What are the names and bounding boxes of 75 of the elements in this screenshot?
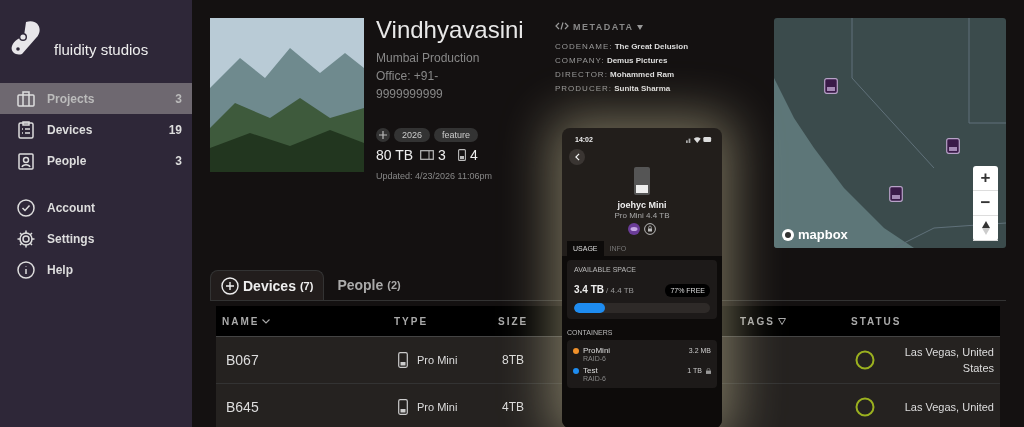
code-icon (555, 22, 569, 30)
table-cell-text: 8TB (501, 353, 525, 367)
table-cell: Pro Mini (417, 354, 458, 366)
container-name: ProMini (583, 346, 612, 355)
plus-icon (379, 131, 387, 139)
column-header[interactable]: NAME (216, 315, 388, 327)
sidebar-item[interactable]: Devices 19 (0, 114, 192, 145)
storage-device-icon (634, 167, 650, 195)
phone-icon (398, 352, 408, 368)
space-used: 3.4 TB (574, 283, 604, 297)
office-phone: Office: +91-9999999999 (376, 68, 444, 103)
device-name: joehyc Mini (617, 200, 667, 210)
table-cell: Pro Mini (417, 401, 458, 413)
filter-icon (778, 317, 787, 325)
eye-badge-icon (628, 223, 640, 235)
metadata-field: PRODUCER: Sunita Sharma (555, 82, 755, 96)
sidebar-item[interactable]: People 3 (0, 145, 192, 176)
signal-wifi-battery-icon (686, 136, 712, 143)
column-header[interactable]: SIZE (492, 315, 560, 327)
sidebar-item[interactable]: Account (0, 192, 192, 223)
briefcase-icon (16, 88, 36, 109)
back-button[interactable] (569, 149, 585, 165)
storage-total: 80 TB (376, 147, 414, 163)
device-marker-icon[interactable] (889, 186, 903, 202)
column-header[interactable]: TAGS (734, 315, 845, 327)
phone-count: 4 (469, 147, 478, 163)
drive-icon (420, 150, 435, 160)
zoom-out-button[interactable]: − (973, 191, 998, 216)
metadata-field: CODENAME: The Great Delusion (555, 40, 755, 54)
brand-name: fluidity studios (54, 41, 149, 60)
dropdown-triangle-icon (637, 25, 644, 30)
container-name: Test (583, 366, 599, 375)
sidebar-item[interactable]: Help (0, 254, 192, 285)
clipboard-icon (16, 119, 36, 140)
add-tag-button[interactable] (376, 128, 390, 142)
settings-icon (16, 228, 36, 249)
check-badge-icon (16, 197, 36, 218)
metadata-toggle[interactable]: METADATA (555, 22, 755, 32)
table-cell-text: Las Vegas, United States (903, 345, 994, 376)
tag-chip: feature (434, 128, 479, 142)
tag-chip: 2026 (394, 128, 431, 142)
mapbox-wordmark: mapbox (798, 227, 848, 242)
map-view[interactable]: mapbox + − (774, 18, 1006, 248)
device-model: Pro Mini 4.4 TB (614, 211, 670, 220)
chevron-left-icon (574, 153, 580, 161)
column-header[interactable]: STATUS (845, 315, 1000, 327)
metadata-field: DIRECTOR: Mohammed Ram (555, 68, 755, 82)
sidebar-item[interactable]: Settings (0, 223, 192, 254)
info-icon (16, 259, 36, 280)
table-cell-text: B067 (225, 352, 260, 368)
space-total: / 4.4 TB (606, 286, 634, 295)
status-ring-icon (855, 350, 875, 370)
id-badge-icon (16, 150, 36, 171)
add-circle-icon (221, 276, 239, 295)
tab[interactable]: Devices (7) (210, 270, 325, 300)
updated-timestamp: Updated: 4/23/2026 11:06pm (376, 171, 493, 181)
metadata-field: COMPANY: Demus Pictures (555, 54, 755, 68)
drive-count: 3 (438, 147, 446, 163)
tab[interactable]: People (2) (327, 270, 411, 300)
device-marker-icon[interactable] (946, 138, 960, 154)
compass-icon (981, 221, 990, 235)
project-subtitle: Mumbai Production (376, 50, 481, 67)
phone-icon (457, 149, 466, 161)
table-cell-text: 4TB (501, 400, 525, 414)
status-ring-icon (855, 397, 875, 417)
mapbox-mark-icon (781, 227, 795, 242)
table-cell-text: Las Vegas, United (903, 400, 994, 415)
sort-chevron-icon (262, 318, 271, 324)
project-title: Vindhyavasini (376, 16, 525, 44)
zoom-in-button[interactable]: + (973, 166, 998, 191)
device-marker-icon[interactable] (824, 78, 838, 94)
phone-icon (398, 399, 408, 415)
column-header[interactable]: TYPE (388, 315, 492, 327)
lock-icon (644, 223, 656, 235)
table-cell-text: B645 (225, 399, 260, 415)
